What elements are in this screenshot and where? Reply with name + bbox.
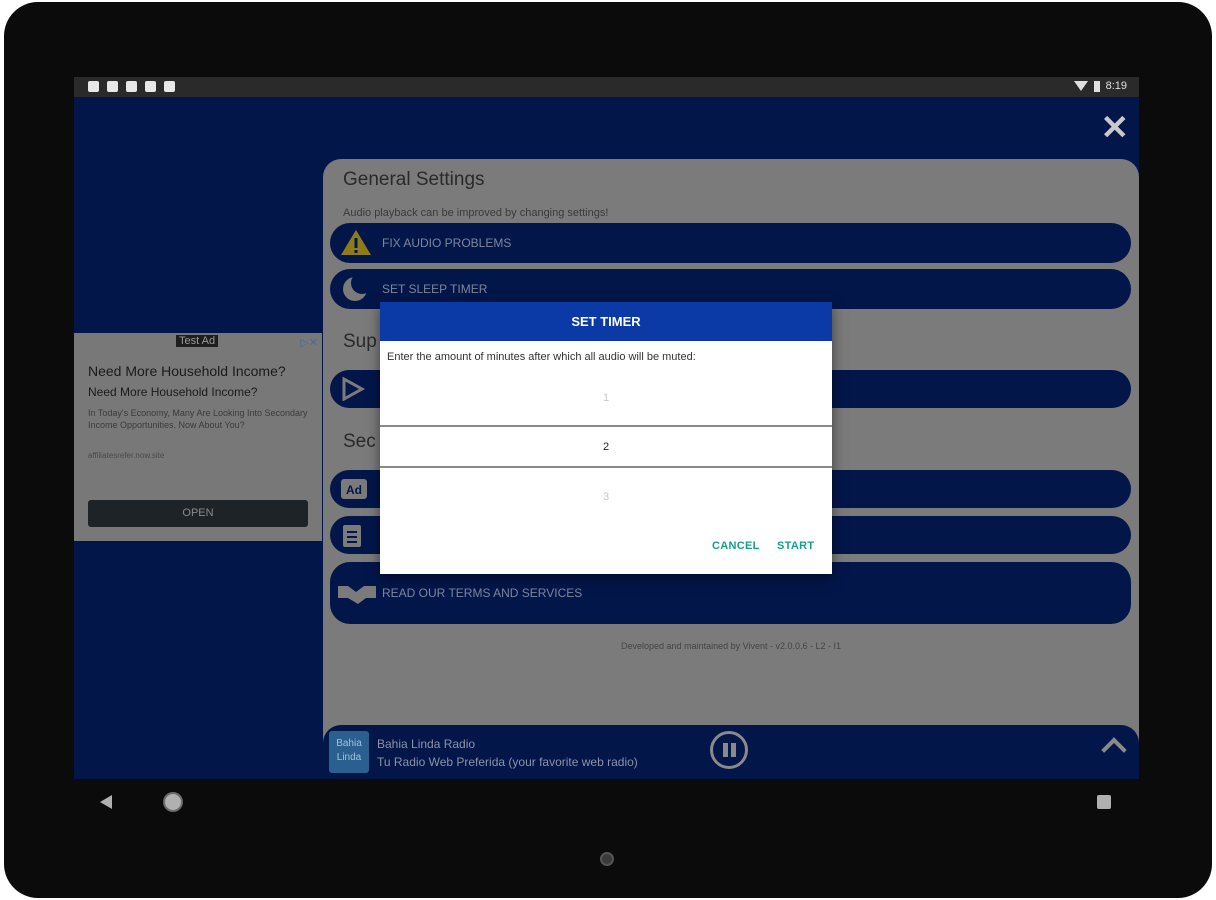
clipboard-icon bbox=[343, 525, 361, 547]
status-bar: 8:19 bbox=[74, 77, 1139, 97]
ad-body: In Today's Economy, Many Are Looking Int… bbox=[88, 408, 308, 430]
terms-label: READ OUR TERMS AND SERVICES bbox=[382, 586, 583, 600]
station-logo: Bahia Linda bbox=[329, 731, 369, 773]
section-heading-second: Sec bbox=[343, 431, 376, 452]
picker-next-value[interactable]: 3 bbox=[380, 491, 832, 503]
ad-choices-icon[interactable]: ▷✕ bbox=[300, 336, 318, 349]
station-tagline: Tu Radio Web Preferida (your favorite we… bbox=[377, 755, 638, 769]
battery-icon bbox=[1093, 80, 1100, 92]
warning-icon bbox=[341, 230, 371, 255]
section-heading-support: Sup bbox=[343, 331, 377, 352]
recents-icon[interactable] bbox=[1097, 795, 1111, 809]
ad-icon: Ad bbox=[341, 479, 367, 499]
ad-subheadline: Need More Household Income? bbox=[88, 385, 258, 399]
notification-icon bbox=[126, 81, 137, 92]
developer-credit: Developed and maintained by Vivent - v2.… bbox=[621, 641, 841, 651]
player-bar[interactable]: Bahia Linda Bahia Linda Radio Tu Radio W… bbox=[323, 725, 1139, 779]
picker-prev-value[interactable]: 1 bbox=[380, 392, 832, 404]
page-title: General Settings bbox=[343, 169, 485, 190]
picker-selected-value[interactable]: 2 bbox=[380, 441, 832, 453]
picker-divider bbox=[380, 466, 832, 468]
sleep-timer-label: SET SLEEP TIMER bbox=[382, 282, 488, 296]
chevron-up-icon[interactable] bbox=[1101, 737, 1127, 763]
notification-icon bbox=[88, 81, 99, 92]
fix-audio-label: FIX AUDIO PROBLEMS bbox=[382, 236, 512, 250]
set-timer-dialog: SET TIMER Enter the amount of minutes af… bbox=[380, 302, 832, 574]
handshake-icon bbox=[338, 586, 376, 604]
clock: 8:19 bbox=[1105, 80, 1127, 92]
wifi-icon bbox=[1073, 81, 1088, 91]
status-indicators: 8:19 bbox=[1073, 80, 1127, 92]
picker-divider bbox=[380, 425, 832, 427]
start-button[interactable]: START bbox=[777, 540, 814, 552]
notification-icon bbox=[145, 81, 156, 92]
cancel-button[interactable]: CANCEL bbox=[712, 540, 760, 552]
notification-icons bbox=[88, 81, 175, 92]
dialog-title: SET TIMER bbox=[380, 302, 832, 341]
screen: 8:19 ✕ Test Ad ▷✕ Need More Household In… bbox=[74, 77, 1139, 779]
camera-icon bbox=[600, 852, 614, 866]
moon-icon bbox=[343, 274, 370, 301]
notification-icon bbox=[164, 81, 175, 92]
ad-open-button[interactable]: OPEN bbox=[88, 500, 308, 527]
svg-text:Ad: Ad bbox=[346, 483, 362, 497]
ad-url: affiliatesrefer.now.site bbox=[88, 451, 165, 460]
ad-headline: Need More Household Income? bbox=[88, 363, 286, 379]
notification-icon bbox=[107, 81, 118, 92]
ad-tag: Test Ad bbox=[176, 335, 219, 347]
ad-banner[interactable]: Test Ad ▷✕ Need More Household Income? N… bbox=[74, 333, 322, 541]
pause-icon[interactable] bbox=[710, 731, 748, 769]
page-subtitle: Audio playback can be improved by changi… bbox=[343, 207, 609, 219]
dialog-message: Enter the amount of minutes after which … bbox=[387, 351, 696, 363]
back-icon[interactable] bbox=[100, 795, 112, 809]
play-store-icon bbox=[342, 377, 366, 401]
fix-audio-button[interactable]: FIX AUDIO PROBLEMS bbox=[330, 223, 1131, 263]
home-icon[interactable] bbox=[163, 792, 183, 812]
close-icon[interactable]: ✕ bbox=[1101, 111, 1130, 145]
station-name: Bahia Linda Radio bbox=[377, 737, 476, 751]
